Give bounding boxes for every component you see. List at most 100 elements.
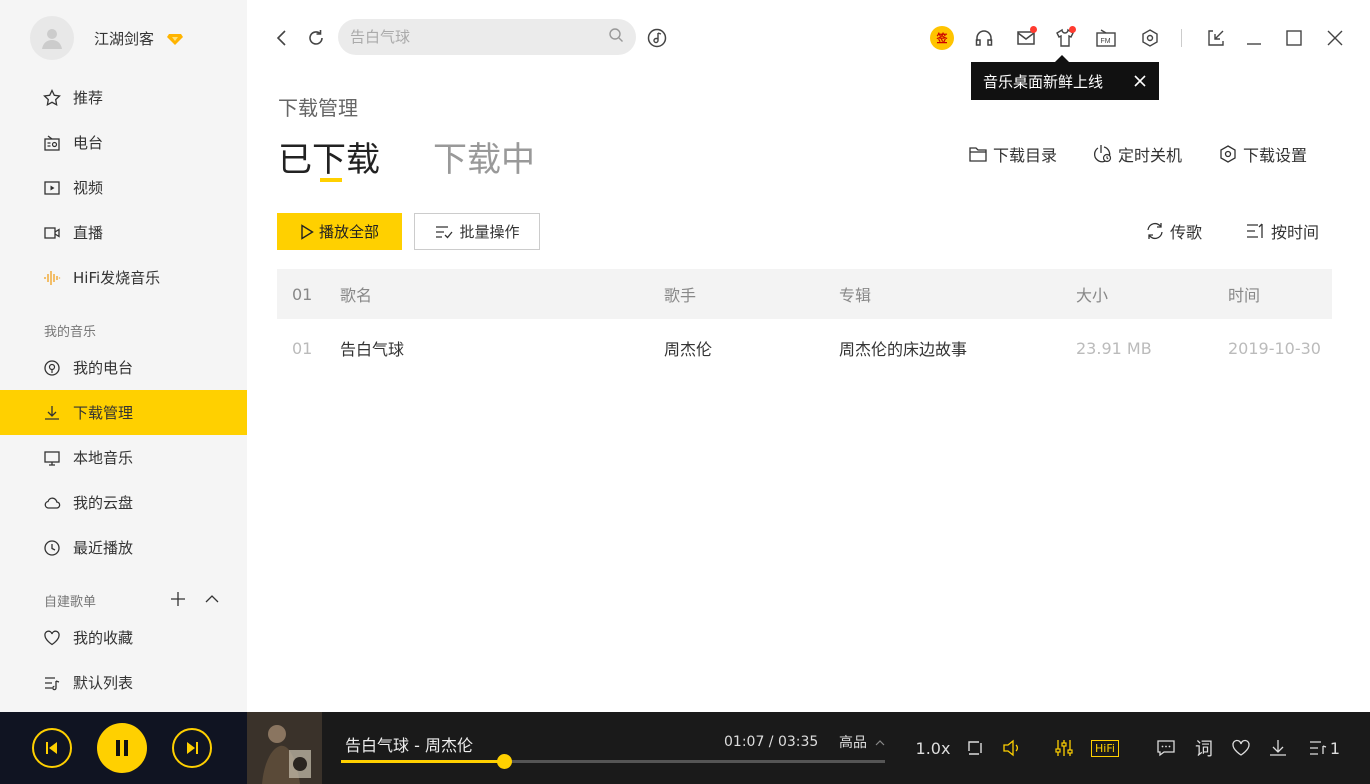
timer-label: 定时关机 <box>1118 146 1183 165</box>
settings-hexagon-icon[interactable] <box>1138 26 1162 50</box>
progress-fill <box>341 760 505 763</box>
row-album[interactable]: 周杰伦的床边故事 <box>839 319 967 377</box>
progress-handle[interactable] <box>497 754 513 769</box>
header-song-name[interactable]: 歌名 <box>340 269 372 319</box>
next-track-button[interactable] <box>172 728 212 768</box>
search-box[interactable] <box>338 19 636 55</box>
row-song-name[interactable]: 告白气球 <box>340 319 404 377</box>
comments-icon[interactable] <box>1154 736 1178 760</box>
sidebar-item-my-radio[interactable]: 我的电台 <box>0 345 247 390</box>
playlist-icon <box>1309 741 1327 755</box>
podcast-icon <box>42 358 62 378</box>
refresh-icon[interactable] <box>304 26 328 50</box>
close-window-icon[interactable] <box>1323 26 1347 50</box>
skin-notification-dot <box>1069 26 1076 33</box>
sidebar-item-label: 我的收藏 <box>73 629 134 647</box>
top-bar: 签 FM 音乐桌面新鲜上线 <box>247 0 1370 100</box>
pause-icon <box>116 740 128 756</box>
sidebar-item-radio[interactable]: 电台 <box>0 120 247 165</box>
batch-operation-button[interactable]: 批量操作 <box>414 213 540 250</box>
hifi-mode-button[interactable]: HiFi <box>1086 736 1124 760</box>
sidebar-item-recent[interactable]: 最近播放 <box>0 525 247 570</box>
upload-song-button[interactable]: 传歌 <box>1143 219 1202 243</box>
user-profile[interactable]: 江湖剑客 <box>30 16 184 60</box>
feature-tooltip: 音乐桌面新鲜上线 <box>971 55 1159 100</box>
music-recognition-icon[interactable] <box>645 26 669 50</box>
open-download-folder-button[interactable]: 下载目录 <box>967 142 1057 166</box>
download-settings-button[interactable]: 下载设置 <box>1217 142 1307 166</box>
tab-downloading[interactable]: 下载中 <box>433 132 535 181</box>
sidebar-item-hifi[interactable]: HiFi发烧音乐 <box>0 255 247 300</box>
sidebar-item-label: 下载管理 <box>73 404 134 422</box>
lyrics-button[interactable]: 词 <box>1192 736 1216 760</box>
vip-diamond-icon[interactable] <box>166 29 184 47</box>
volume-icon[interactable] <box>999 736 1023 760</box>
maximize-icon[interactable] <box>1282 26 1306 50</box>
download-icon[interactable] <box>1266 736 1290 760</box>
fm-radio-icon[interactable]: FM <box>1094 26 1118 50</box>
timer-shutdown-button[interactable]: 定时关机 <box>1092 142 1182 166</box>
previous-track-button[interactable] <box>32 728 72 768</box>
row-artist[interactable]: 周杰伦 <box>664 319 712 377</box>
sidebar-item-label: 默认列表 <box>73 674 134 692</box>
row-index: 01 <box>292 338 313 358</box>
play-queue-button[interactable]: 1 <box>1304 736 1344 760</box>
sidebar-item-video[interactable]: 视频 <box>0 165 247 210</box>
back-icon[interactable] <box>270 26 294 50</box>
skin-shirt-icon[interactable] <box>1053 26 1077 50</box>
sidebar: 江湖剑客 推荐 电台 视频 直播 HiFi发烧音乐 我的音乐 我的电台 下载管理… <box>0 0 247 712</box>
pause-button[interactable] <box>97 723 147 773</box>
playback-speed-button[interactable]: 1.0x <box>915 736 951 760</box>
download-icon <box>42 403 62 423</box>
minimize-icon[interactable] <box>1242 26 1266 50</box>
collapse-chevron-up-icon[interactable] <box>202 588 222 610</box>
now-playing-title[interactable]: 告白气球 - 周杰伦 <box>345 732 473 756</box>
header-time[interactable]: 时间 <box>1228 269 1260 319</box>
avatar[interactable] <box>30 16 74 60</box>
toolbar-divider <box>1181 29 1182 47</box>
table-row[interactable]: 01 告白气球 周杰伦 周杰伦的床边故事 23.91 MB 2019-10-30 <box>277 319 1332 377</box>
mail-icon[interactable] <box>1014 26 1038 50</box>
checkin-badge-icon[interactable]: 签 <box>930 26 954 50</box>
add-playlist-icon[interactable] <box>168 588 188 610</box>
search-icon[interactable] <box>608 27 624 47</box>
sidebar-item-cloud[interactable]: 我的云盘 <box>0 480 247 525</box>
search-input[interactable] <box>350 28 608 46</box>
header-album[interactable]: 专辑 <box>839 269 871 319</box>
hifi-label: HiFi <box>1091 739 1119 757</box>
tooltip-close-icon[interactable] <box>1131 72 1149 90</box>
header-artist[interactable]: 歌手 <box>664 269 696 319</box>
sidebar-item-label: 我的电台 <box>73 359 134 377</box>
headphones-icon[interactable] <box>972 26 996 50</box>
progress-bar[interactable] <box>341 754 885 769</box>
settings-label: 下载设置 <box>1243 146 1308 165</box>
row-size: 23.91 MB <box>1076 338 1152 358</box>
mini-mode-icon[interactable] <box>1204 26 1228 50</box>
repeat-mode-icon[interactable] <box>963 736 987 760</box>
album-cover[interactable] <box>247 712 322 784</box>
play-all-button[interactable]: 播放全部 <box>277 213 402 250</box>
row-time: 2019-10-30 <box>1228 338 1321 358</box>
sidebar-item-local-music[interactable]: 本地音乐 <box>0 435 247 480</box>
avatar-placeholder-icon <box>42 29 62 49</box>
sidebar-item-live[interactable]: 直播 <box>0 210 247 255</box>
section-playlists-label: 自建歌单 <box>44 595 97 610</box>
sync-icon <box>1143 219 1167 243</box>
sidebar-item-recommend[interactable]: 推荐 <box>0 75 247 120</box>
user-name[interactable]: 江湖剑客 <box>94 28 154 49</box>
play-all-label: 播放全部 <box>318 223 379 241</box>
header-size[interactable]: 大小 <box>1076 269 1108 319</box>
favorite-heart-icon[interactable] <box>1229 736 1253 760</box>
sidebar-item-label: 视频 <box>73 179 104 197</box>
equalizer-icon[interactable] <box>1052 736 1076 760</box>
sort-by-time-button[interactable]: 按时间 <box>1244 219 1319 243</box>
sort-icon <box>1244 219 1268 243</box>
quality-selector[interactable]: 高品 <box>839 732 885 752</box>
sidebar-item-favorites[interactable]: 我的收藏 <box>0 615 247 660</box>
sidebar-item-download-manager[interactable]: 下载管理 <box>0 390 247 435</box>
tab-downloaded[interactable]: 已下载 <box>278 132 380 181</box>
radio-icon <box>42 133 62 153</box>
batch-label: 批量操作 <box>459 223 520 241</box>
sidebar-item-default-list[interactable]: 默认列表 <box>0 660 247 705</box>
app-window: 江湖剑客 推荐 电台 视频 直播 HiFi发烧音乐 我的音乐 我的电台 下载管理… <box>0 0 1370 784</box>
